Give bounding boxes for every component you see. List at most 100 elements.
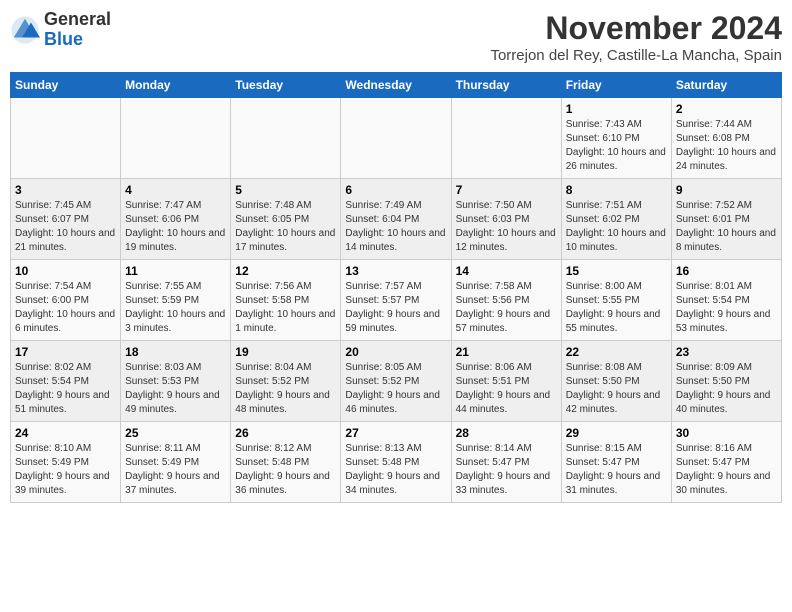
week-row-3: 17Sunrise: 8:02 AM Sunset: 5:54 PM Dayli… [11,341,782,422]
day-info: Sunrise: 7:49 AM Sunset: 6:04 PM Dayligh… [345,199,446,255]
logo: General Blue [10,10,111,50]
calendar-cell: 27Sunrise: 8:13 AM Sunset: 5:48 PM Dayli… [341,422,451,503]
day-number: 8 [566,183,667,197]
day-number: 18 [125,345,226,359]
day-info: Sunrise: 8:02 AM Sunset: 5:54 PM Dayligh… [15,361,116,417]
calendar-cell [121,98,231,179]
logo-text: General Blue [44,10,111,50]
day-info: Sunrise: 7:43 AM Sunset: 6:10 PM Dayligh… [566,118,667,174]
day-number: 20 [345,345,446,359]
calendar-cell: 19 Sunrise: 8:04 AM Sunset: 5:52 PM Dayli… [231,341,341,422]
calendar-cell: 2Sunrise: 7:44 AM Sunset: 6:08 PM Daylig… [671,98,781,179]
day-info: Sunrise: 7:55 AM Sunset: 5:59 PM Dayligh… [125,280,226,336]
page-header: General Blue November 2024 Torrejon del … [10,10,782,64]
day-number: 2 [676,102,777,116]
day-number: 13 [345,264,446,278]
calendar-cell: 8 Sunrise: 7:51 AM Sunset: 6:02 PM Daylig… [561,179,671,260]
day-info: Sunrise: 8:12 AM Sunset: 5:48 PM Dayligh… [235,442,336,498]
day-number: 27 [345,426,446,440]
day-number: 1 [566,102,667,116]
day-number: 6 [345,183,446,197]
day-number: 19 [235,345,336,359]
day-info: Sunrise: 8:09 AM Sunset: 5:50 PM Dayligh… [676,361,777,417]
calendar-cell: 18 Sunrise: 8:03 AM Sunset: 5:53 PM Dayli… [121,341,231,422]
day-info: Sunrise: 7:56 AM Sunset: 5:58 PM Dayligh… [235,280,336,336]
calendar-cell: 11 Sunrise: 7:55 AM Sunset: 5:59 PM Dayli… [121,260,231,341]
calendar-cell: 26 Sunrise: 8:12 AM Sunset: 5:48 PM Dayli… [231,422,341,503]
day-number: 15 [566,264,667,278]
day-info: Sunrise: 8:03 AM Sunset: 5:53 PM Dayligh… [125,361,226,417]
calendar-cell: 15 Sunrise: 8:00 AM Sunset: 5:55 PM Dayli… [561,260,671,341]
month-title: November 2024 [490,10,782,47]
calendar-cell: 22 Sunrise: 8:08 AM Sunset: 5:50 PM Dayli… [561,341,671,422]
calendar-cell [231,98,341,179]
day-info: Sunrise: 8:06 AM Sunset: 5:51 PM Dayligh… [456,361,557,417]
day-number: 26 [235,426,336,440]
day-info: Sunrise: 8:00 AM Sunset: 5:55 PM Dayligh… [566,280,667,336]
day-number: 11 [125,264,226,278]
week-row-0: 1 Sunrise: 7:43 AM Sunset: 6:10 PM Daylig… [11,98,782,179]
header-day-wednesday: Wednesday [341,73,451,98]
day-info: Sunrise: 7:57 AM Sunset: 5:57 PM Dayligh… [345,280,446,336]
day-info: Sunrise: 8:15 AM Sunset: 5:47 PM Dayligh… [566,442,667,498]
day-number: 24 [15,426,116,440]
calendar-header-row: SundayMondayTuesdayWednesdayThursdayFrid… [11,73,782,98]
day-info: Sunrise: 7:52 AM Sunset: 6:01 PM Dayligh… [676,199,777,255]
day-number: 30 [676,426,777,440]
day-number: 28 [456,426,557,440]
calendar-cell: 13 Sunrise: 7:57 AM Sunset: 5:57 PM Dayli… [341,260,451,341]
day-number: 16 [676,264,777,278]
day-info: Sunrise: 7:58 AM Sunset: 5:56 PM Dayligh… [456,280,557,336]
calendar-cell: 12 Sunrise: 7:56 AM Sunset: 5:58 PM Dayli… [231,260,341,341]
day-info: Sunrise: 8:05 AM Sunset: 5:52 PM Dayligh… [345,361,446,417]
week-row-4: 24Sunrise: 8:10 AM Sunset: 5:49 PM Dayli… [11,422,782,503]
calendar-cell: 24Sunrise: 8:10 AM Sunset: 5:49 PM Dayli… [11,422,121,503]
day-info: Sunrise: 8:08 AM Sunset: 5:50 PM Dayligh… [566,361,667,417]
logo-blue: Blue [44,30,111,50]
calendar-cell: 9 Sunrise: 7:52 AM Sunset: 6:01 PM Daylig… [671,179,781,260]
day-number: 7 [456,183,557,197]
day-info: Sunrise: 7:51 AM Sunset: 6:02 PM Dayligh… [566,199,667,255]
day-number: 22 [566,345,667,359]
day-info: Sunrise: 8:04 AM Sunset: 5:52 PM Dayligh… [235,361,336,417]
day-info: Sunrise: 8:11 AM Sunset: 5:49 PM Dayligh… [125,442,226,498]
calendar-table: SundayMondayTuesdayWednesdayThursdayFrid… [10,72,782,503]
day-info: Sunrise: 8:14 AM Sunset: 5:47 PM Dayligh… [456,442,557,498]
calendar-cell: 30 Sunrise: 8:16 AM Sunset: 5:47 PM Dayli… [671,422,781,503]
calendar-cell: 5Sunrise: 7:48 AM Sunset: 6:05 PM Daylig… [231,179,341,260]
day-info: Sunrise: 7:54 AM Sunset: 6:00 PM Dayligh… [15,280,116,336]
week-row-1: 3 Sunrise: 7:45 AM Sunset: 6:07 PM Daylig… [11,179,782,260]
calendar-cell: 10Sunrise: 7:54 AM Sunset: 6:00 PM Dayli… [11,260,121,341]
day-info: Sunrise: 7:47 AM Sunset: 6:06 PM Dayligh… [125,199,226,255]
header-day-monday: Monday [121,73,231,98]
day-info: Sunrise: 7:45 AM Sunset: 6:07 PM Dayligh… [15,199,116,255]
calendar-cell: 21 Sunrise: 8:06 AM Sunset: 5:51 PM Dayli… [451,341,561,422]
logo-icon [10,15,40,45]
logo-general: General [44,10,111,30]
day-number: 14 [456,264,557,278]
calendar-cell: 17Sunrise: 8:02 AM Sunset: 5:54 PM Dayli… [11,341,121,422]
header-day-friday: Friday [561,73,671,98]
calendar-cell: 29Sunrise: 8:15 AM Sunset: 5:47 PM Dayli… [561,422,671,503]
day-number: 12 [235,264,336,278]
day-number: 3 [15,183,116,197]
day-number: 5 [235,183,336,197]
day-info: Sunrise: 8:01 AM Sunset: 5:54 PM Dayligh… [676,280,777,336]
calendar-cell: 1 Sunrise: 7:43 AM Sunset: 6:10 PM Daylig… [561,98,671,179]
day-number: 9 [676,183,777,197]
calendar-cell: 6 Sunrise: 7:49 AM Sunset: 6:04 PM Daylig… [341,179,451,260]
header-day-tuesday: Tuesday [231,73,341,98]
day-info: Sunrise: 8:16 AM Sunset: 5:47 PM Dayligh… [676,442,777,498]
header-day-thursday: Thursday [451,73,561,98]
calendar-cell: 23Sunrise: 8:09 AM Sunset: 5:50 PM Dayli… [671,341,781,422]
week-row-2: 10Sunrise: 7:54 AM Sunset: 6:00 PM Dayli… [11,260,782,341]
calendar-cell: 7Sunrise: 7:50 AM Sunset: 6:03 PM Daylig… [451,179,561,260]
day-number: 4 [125,183,226,197]
calendar-cell [11,98,121,179]
location-title: Torrejon del Rey, Castille-La Mancha, Sp… [490,47,782,64]
calendar-cell [341,98,451,179]
calendar-cell: 16 Sunrise: 8:01 AM Sunset: 5:54 PM Dayli… [671,260,781,341]
day-number: 25 [125,426,226,440]
header-day-sunday: Sunday [11,73,121,98]
day-number: 21 [456,345,557,359]
